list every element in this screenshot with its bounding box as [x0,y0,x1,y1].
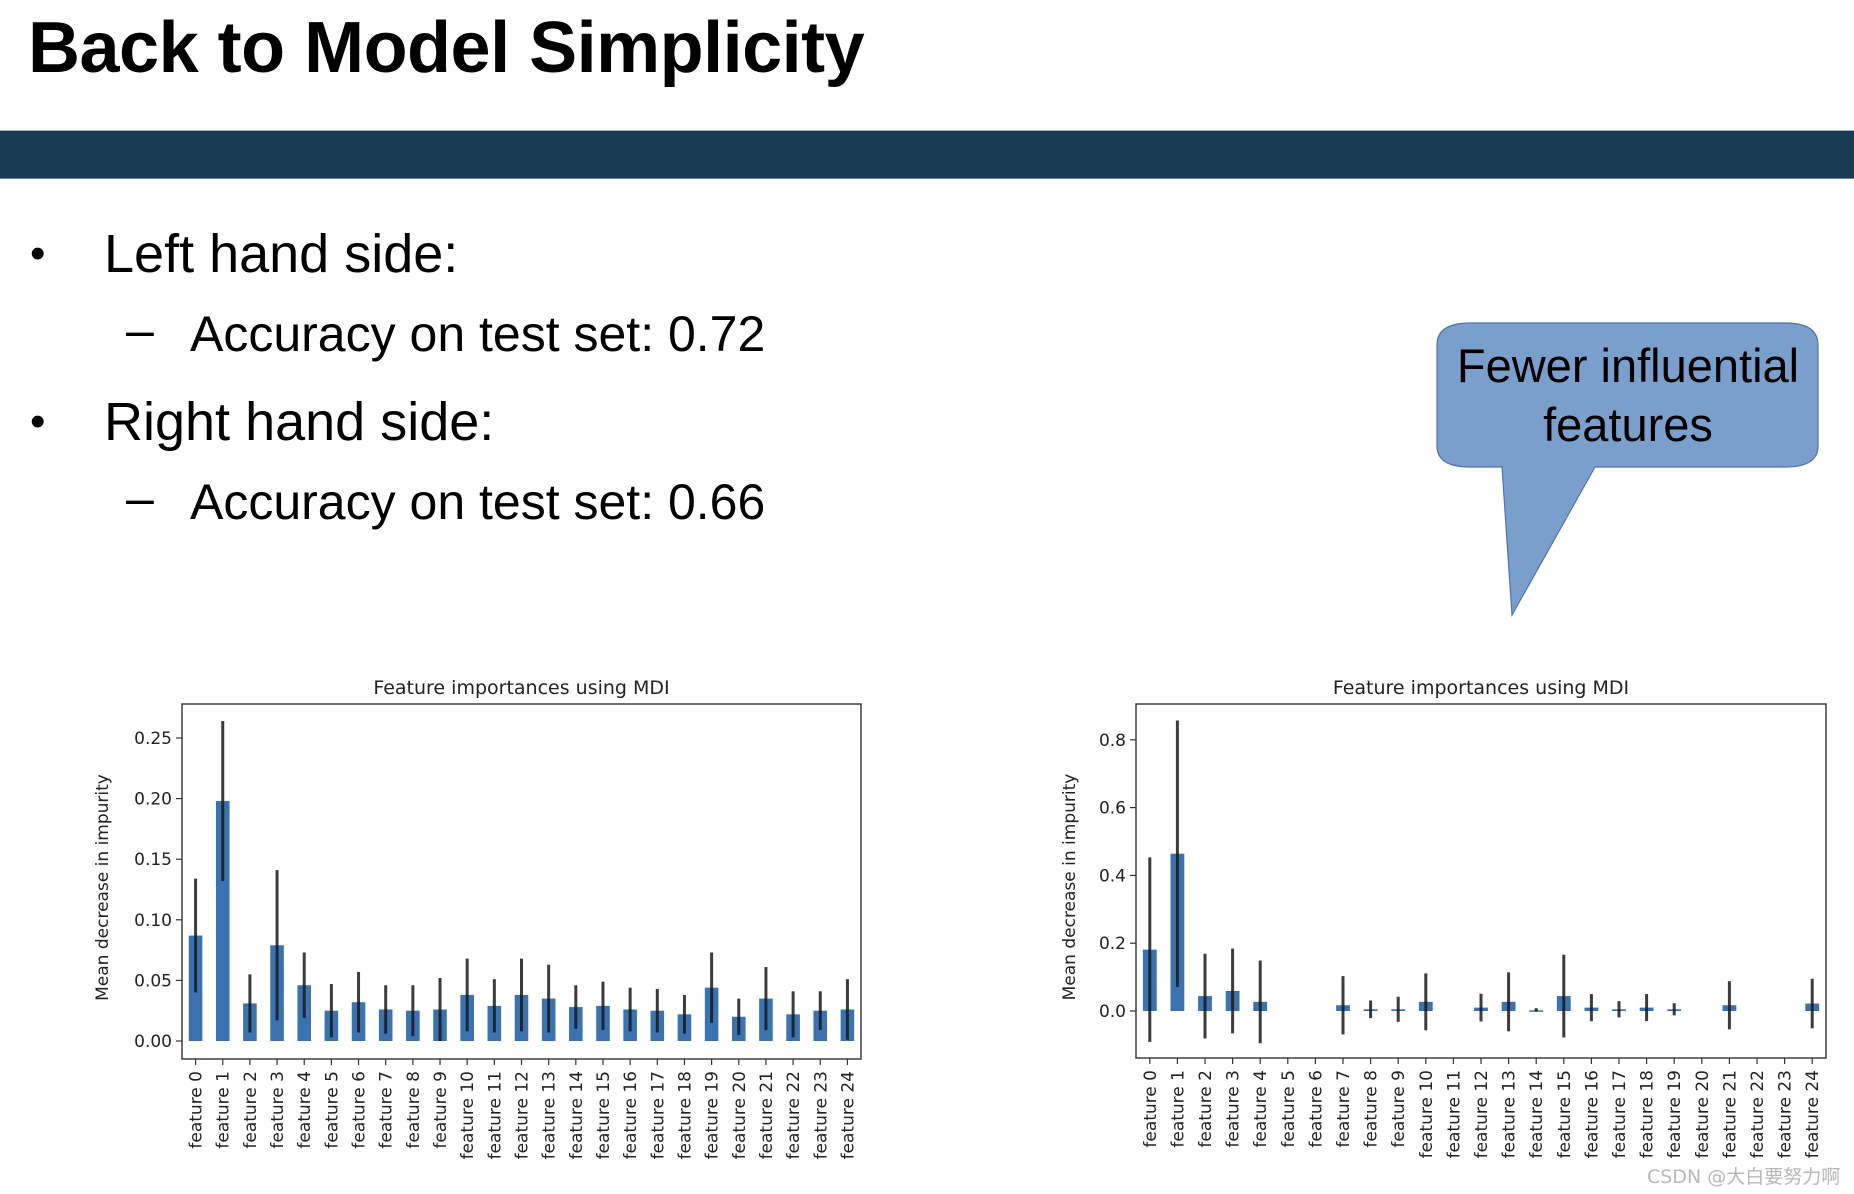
x-tick-label: feature 19 [1665,1070,1685,1158]
x-tick-label: feature 3 [1224,1070,1244,1148]
x-tick-label: feature 20 [1693,1070,1713,1158]
right-feature-importance-chart: Feature importances using MDI Mean decrea… [1060,677,1827,1158]
x-tick-label: feature 18 [1638,1070,1658,1158]
x-tick-label: feature 12 [1472,1070,1492,1158]
x-tick-label: feature 16 [1582,1070,1602,1158]
x-tick-label: feature 17 [1610,1070,1630,1158]
x-tick-label: feature 10 [1417,1070,1437,1158]
x-tick-label: feature 23 [1776,1070,1796,1158]
x-tick-label: feature 13 [1500,1070,1520,1158]
x-tick-label: feature 21 [1720,1070,1740,1158]
x-tick-label: feature 2 [1196,1070,1216,1148]
y-tick-label: 0.6 [1099,799,1126,819]
chart-title: Feature importances using MDI [1333,677,1629,699]
x-tick-label: feature 6 [1306,1070,1326,1148]
error-bar [1534,1008,1538,1012]
y-tick-label: 0.0 [1099,1002,1126,1022]
y-tick-label: 0.4 [1099,866,1126,886]
x-tick-label: feature 11 [1444,1070,1464,1158]
x-tick-label: feature 22 [1748,1070,1768,1158]
x-tick-label: feature 24 [1803,1070,1823,1158]
x-tick-label: feature 7 [1334,1070,1354,1148]
x-tick-label: feature 4 [1251,1070,1271,1148]
y-tick-label: 0.8 [1099,731,1126,751]
x-tick-label: feature 0 [1141,1070,1161,1148]
y-tick-label: 0.2 [1099,934,1126,954]
x-tick-label: feature 14 [1527,1070,1547,1158]
x-tick-label: feature 8 [1362,1070,1382,1148]
x-tick-label: feature 9 [1389,1070,1409,1148]
x-tick-label: feature 5 [1279,1070,1299,1148]
x-tick-label: feature 1 [1168,1070,1188,1148]
y-axis-label: Mean decrease in impurity [1060,774,1080,1001]
x-tick-label: feature 15 [1555,1070,1575,1158]
watermark: CSDN @大白要努力啊 [1647,1166,1841,1188]
